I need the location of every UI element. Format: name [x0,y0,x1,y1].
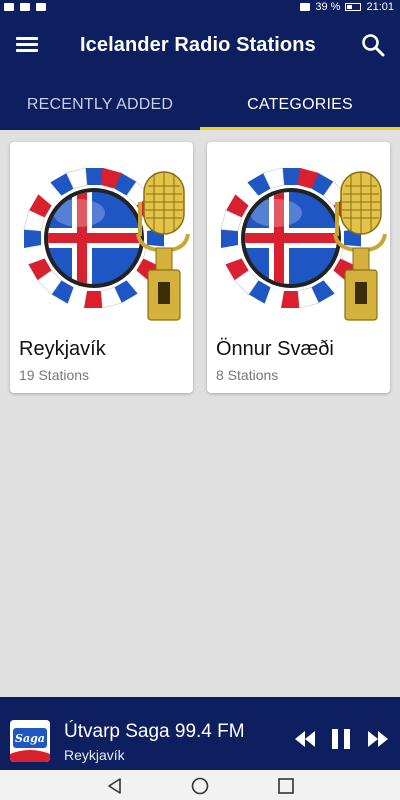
now-playing-subtitle: Reykjavík [64,747,125,763]
tab-recently-added[interactable]: RECENTLY ADDED [0,80,200,130]
tab-bar: RECENTLY ADDED CATEGORIES [0,80,400,130]
back-icon[interactable] [106,777,124,795]
category-card-onnur-svaedi[interactable]: Önnur Svæði 8 Stations [207,142,390,393]
status-bar: 39 % 21:01 [0,0,400,14]
signal-icon [4,3,14,11]
now-playing-title: Útvarp Saga 99.4 FM [64,721,245,742]
status-icons-right: 39 % 21:01 [300,0,394,14]
category-name: Reykjavík [19,338,106,360]
hamburger-icon[interactable] [16,34,44,60]
station-logo-text: Saga [15,732,45,745]
recent-apps-icon[interactable] [277,777,295,795]
system-nav-bar [0,770,400,800]
page-title: Icelander Radio Stations [80,34,316,56]
now-playing-bar[interactable]: Saga Útvarp Saga 99.4 FM Reykjavík [0,697,400,770]
eye-icon [300,3,311,11]
station-count: 19 Stations [19,367,90,383]
tab-categories[interactable]: CATEGORIES [200,80,400,130]
category-name: Önnur Svæði [216,338,334,360]
notification-icon [36,3,46,11]
station-logo: Saga [10,720,50,762]
status-icons-left [4,0,46,14]
battery-icon [345,3,362,11]
category-card-reykjavik[interactable]: Reykjavík 19 Stations [10,142,193,393]
battery-percent: 39 % [315,1,341,13]
clock: 21:01 [366,1,394,13]
rewind-icon[interactable] [293,727,317,751]
app-bar: Icelander Radio Stations [0,14,400,80]
tab-indicator [200,127,400,130]
search-icon[interactable] [360,32,386,58]
station-count: 8 Stations [216,367,279,383]
pause-icon[interactable] [330,727,352,751]
iceland-radio-image [220,167,387,321]
fast-forward-icon[interactable] [366,727,390,751]
home-icon[interactable] [191,777,209,795]
wifi-icon [20,3,30,11]
iceland-radio-image [23,167,190,321]
